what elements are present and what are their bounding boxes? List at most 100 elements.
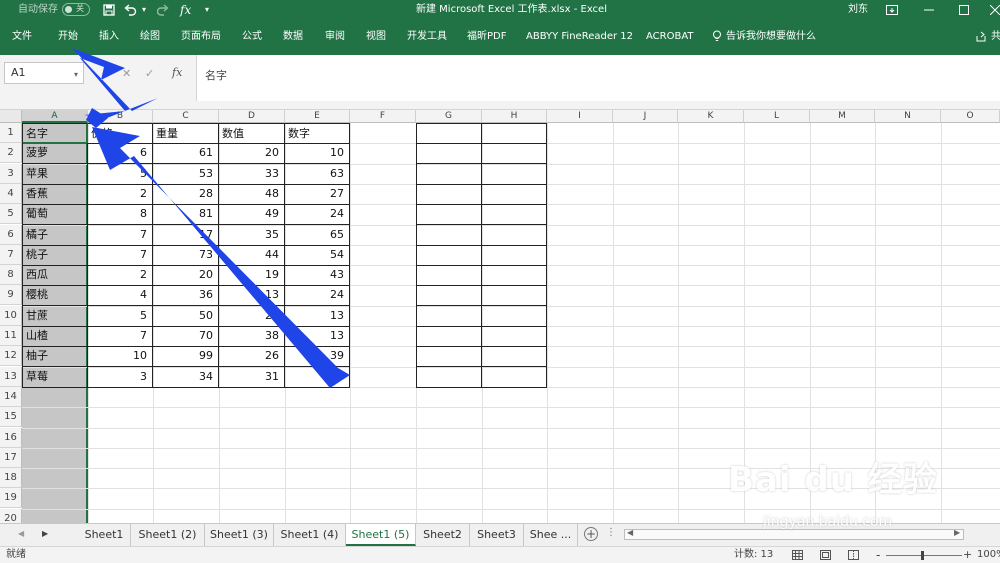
row-header-17[interactable]: 17 [0, 448, 22, 468]
sheet-tab[interactable]: Sheet1 [78, 524, 131, 546]
sheet-tab[interactable]: Sheet3 [470, 524, 524, 546]
cell-c1[interactable]: 重量 [153, 123, 219, 144]
tab-data[interactable]: 数据 [283, 29, 303, 45]
cell-e3[interactable]: 63 [285, 164, 350, 185]
redo-icon[interactable] [156, 0, 169, 20]
cell-d3[interactable]: 33 [219, 164, 285, 185]
tab-view[interactable]: 视图 [366, 29, 386, 45]
tab-foxit-pdf[interactable]: 福昕PDF [467, 29, 506, 45]
cell-a13[interactable]: 草莓 [22, 367, 88, 388]
zoom-slider[interactable] [886, 551, 962, 560]
cell-h13[interactable] [482, 367, 547, 388]
cell-h12[interactable] [482, 346, 547, 367]
cell-a3[interactable]: 苹果 [22, 164, 88, 185]
cell-e9[interactable]: 24 [285, 285, 350, 306]
cell-b6[interactable]: 7 [88, 225, 153, 246]
column-header-k[interactable]: K [678, 110, 744, 123]
formula-input[interactable]: 名字 [196, 55, 1000, 101]
cell-e10[interactable]: 13 [285, 306, 350, 327]
cell-a4[interactable]: 香蕉 [22, 184, 88, 205]
row-header-2[interactable]: 2 [0, 143, 22, 163]
row-header-15[interactable]: 15 [0, 407, 22, 427]
cell-g9[interactable] [416, 285, 482, 306]
name-box-dropdown-icon[interactable]: ▾ [74, 70, 78, 79]
page-break-view-icon[interactable] [848, 547, 859, 563]
tab-review[interactable]: 审阅 [325, 29, 345, 45]
cell-b2[interactable]: 6 [88, 143, 153, 164]
maximize-icon[interactable] [959, 0, 969, 20]
cell-e12[interactable]: 39 [285, 346, 350, 367]
row-header-9[interactable]: 9 [0, 285, 22, 305]
cell-g13[interactable] [416, 367, 482, 388]
row-header-16[interactable]: 16 [0, 428, 22, 448]
cell-e6[interactable]: 65 [285, 225, 350, 246]
normal-view-icon[interactable] [792, 547, 803, 563]
cell-h2[interactable] [482, 143, 547, 164]
dropdown-icon[interactable]: ▾ [142, 0, 146, 20]
undo-icon[interactable] [124, 0, 137, 20]
cell-d9[interactable]: 13 [219, 285, 285, 306]
tab-acrobat[interactable]: ACROBAT [646, 29, 694, 45]
column-header-g[interactable]: G [416, 110, 482, 123]
row-header-19[interactable]: 19 [0, 488, 22, 508]
cell-h7[interactable] [482, 245, 547, 266]
autosave-toggle[interactable]: 关 [62, 3, 90, 16]
share-label[interactable]: 共 [991, 29, 1000, 45]
row-header-10[interactable]: 10 [0, 306, 22, 326]
tab-abbyy[interactable]: ABBYY FineReader 12 [526, 29, 633, 45]
cell-d4[interactable]: 48 [219, 184, 285, 205]
cell-b7[interactable]: 7 [88, 245, 153, 266]
cell-e13[interactable]: 16 [285, 367, 350, 388]
cell-b5[interactable]: 8 [88, 204, 153, 225]
cell-a2[interactable]: 菠萝 [22, 143, 88, 164]
cell-g4[interactable] [416, 184, 482, 205]
cell-g8[interactable] [416, 265, 482, 286]
cell-d2[interactable]: 20 [219, 143, 285, 164]
cell-g6[interactable] [416, 225, 482, 246]
prev-sheet-icon[interactable]: ◀ [18, 529, 24, 538]
row-header-4[interactable]: 4 [0, 184, 22, 204]
cell-a8[interactable]: 西瓜 [22, 265, 88, 286]
tab-draw[interactable]: 绘图 [140, 29, 160, 45]
cell-c13[interactable]: 34 [153, 367, 219, 388]
cell-h1[interactable] [482, 123, 547, 144]
cell-b3[interactable]: 5 [88, 164, 153, 185]
close-icon[interactable] [989, 0, 1000, 20]
cell-g12[interactable] [416, 346, 482, 367]
cell-h11[interactable] [482, 326, 547, 347]
cell-b1[interactable]: 价格 [88, 123, 153, 144]
cell-b9[interactable]: 4 [88, 285, 153, 306]
cell-b12[interactable]: 10 [88, 346, 153, 367]
cell-b4[interactable]: 2 [88, 184, 153, 205]
enter-icon[interactable]: ✓ [145, 67, 154, 80]
sheet-tab[interactable]: Shee ... [524, 524, 578, 546]
sheet-tab[interactable]: Sheet1 (3) [205, 524, 274, 546]
sheet-tab[interactable]: Sheet1 (5) [346, 524, 416, 546]
cell-d8[interactable]: 19 [219, 265, 285, 286]
cell-h6[interactable] [482, 225, 547, 246]
scroll-left-icon[interactable]: ◀ [627, 528, 633, 537]
cell-a1[interactable]: 名字 [22, 123, 88, 144]
cell-e8[interactable]: 43 [285, 265, 350, 286]
row-header-20[interactable]: 20 [0, 509, 22, 523]
row-header-12[interactable]: 12 [0, 346, 22, 366]
horizontal-scrollbar[interactable] [624, 529, 964, 540]
minimize-icon[interactable] [924, 0, 934, 20]
cell-h4[interactable] [482, 184, 547, 205]
cell-c11[interactable]: 70 [153, 326, 219, 347]
cell-g11[interactable] [416, 326, 482, 347]
cell-c4[interactable]: 28 [153, 184, 219, 205]
cancel-icon[interactable]: ✕ [122, 67, 131, 80]
cell-e4[interactable]: 27 [285, 184, 350, 205]
fx-icon[interactable]: fx [180, 0, 191, 20]
cell-a9[interactable]: 樱桃 [22, 285, 88, 306]
sheet-tab[interactable]: Sheet1 (2) [131, 524, 205, 546]
cell-d11[interactable]: 38 [219, 326, 285, 347]
select-all-corner[interactable] [0, 110, 22, 123]
row-header-18[interactable]: 18 [0, 468, 22, 488]
cell-h5[interactable] [482, 204, 547, 225]
row-header-5[interactable]: 5 [0, 204, 22, 224]
row-header-14[interactable]: 14 [0, 387, 22, 407]
tab-developer[interactable]: 开发工具 [407, 29, 447, 45]
cell-c9[interactable]: 36 [153, 285, 219, 306]
